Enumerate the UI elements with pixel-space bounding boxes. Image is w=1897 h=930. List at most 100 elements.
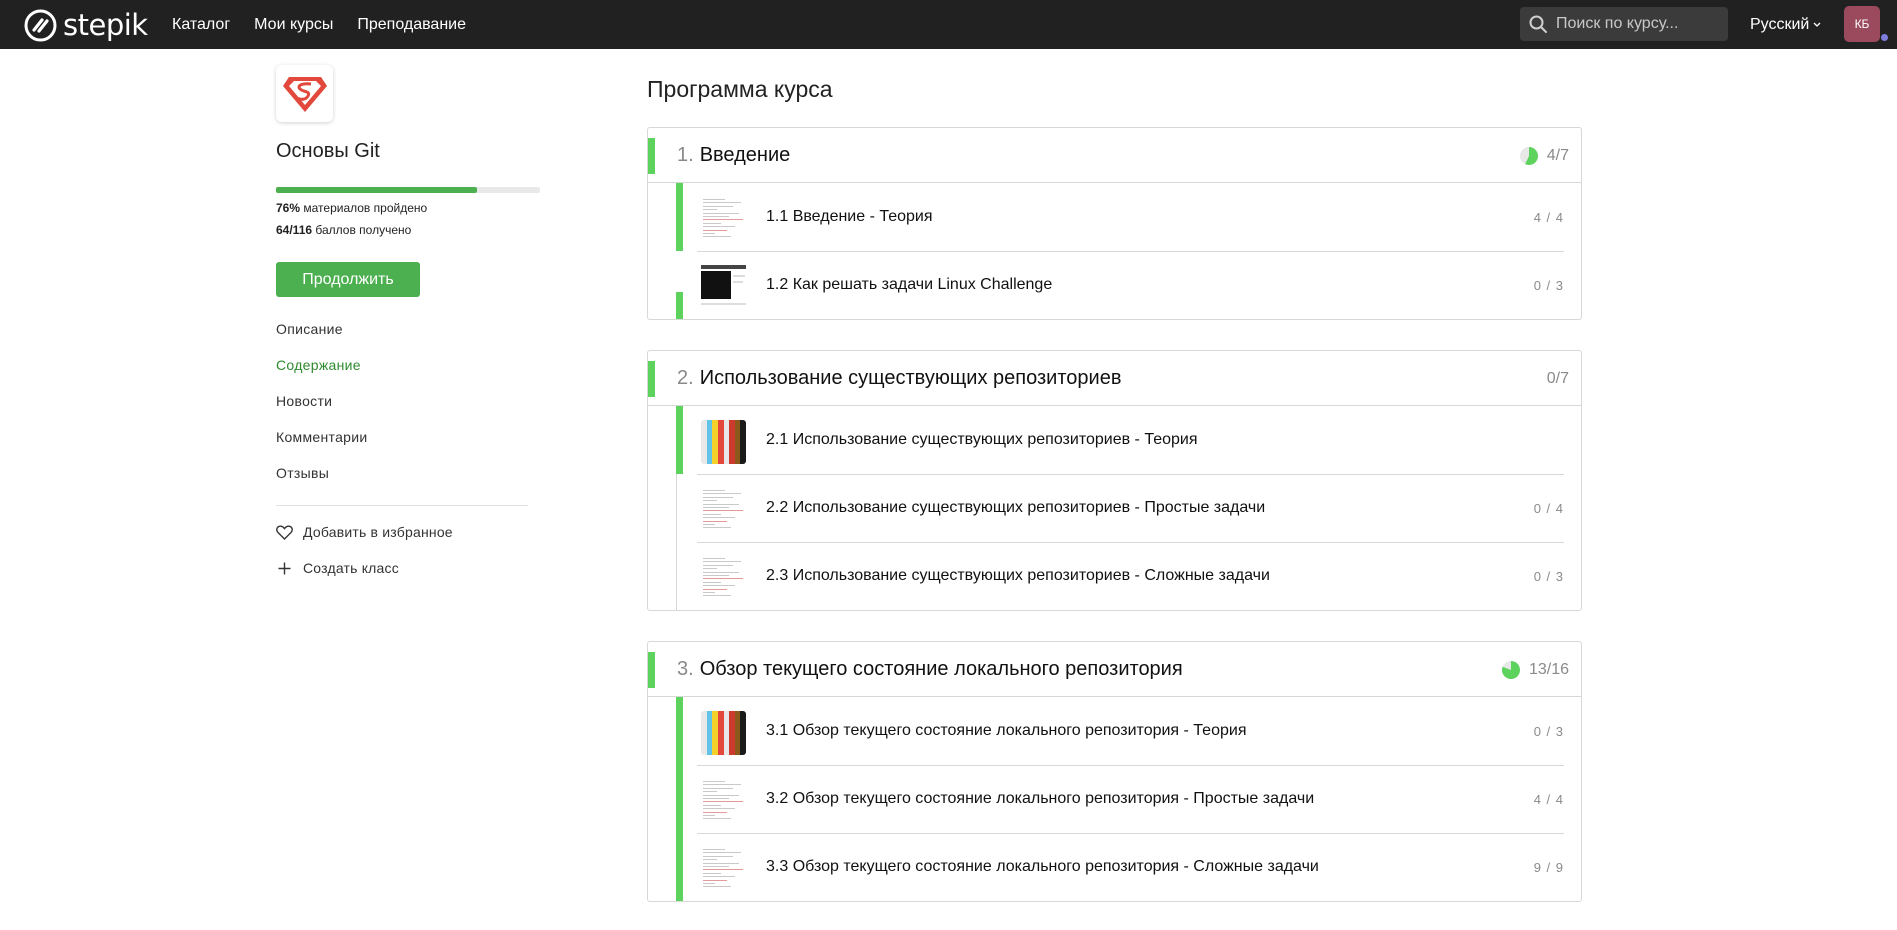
module-header[interactable]: 2. Использование существующих репозиторие… [648, 351, 1581, 406]
module-score-value: 13/16 [1528, 660, 1569, 678]
lesson-list: 1.1 Введение - Теория 4 / 4 1.2 Как реша… [676, 183, 1581, 319]
nav-my-courses[interactable]: Мои курсы [254, 16, 333, 34]
lesson-progress-bar [676, 765, 683, 833]
lesson-progress-bar [676, 542, 683, 610]
lesson-progress-bar [676, 833, 683, 901]
course-title: Основы Git [276, 140, 380, 162]
lesson-title[interactable]: 1.1 Введение - Теория [766, 208, 933, 226]
language-label: Русский [1750, 15, 1810, 33]
module-header[interactable]: 1. Введение 4/7 [648, 128, 1581, 183]
lesson-title[interactable]: 3.2 Обзор текущего состояние локального … [766, 790, 1314, 808]
module-accent-bar [648, 361, 655, 397]
module-progress-icon [1519, 146, 1538, 165]
sidebar-item-contents[interactable]: Содержание [276, 355, 367, 391]
lesson-progress-bar [676, 183, 683, 251]
chevron-down-icon [1813, 22, 1821, 27]
lesson-row[interactable]: 3.2 Обзор текущего состояние локального … [676, 765, 1581, 833]
nav-teaching[interactable]: Преподавание [357, 16, 466, 34]
module-title-text: Введение [699, 143, 791, 166]
heart-icon [276, 525, 293, 540]
sidebar-item-reviews[interactable]: Отзывы [276, 463, 367, 499]
lesson-score: 4 / 4 [1533, 791, 1564, 807]
sidebar-item-news[interactable]: Новости [276, 391, 367, 427]
module-title: 3. Обзор текущего состояние локального ре… [677, 658, 1183, 681]
lesson-progress-bar [676, 697, 683, 765]
module-accent-bar [648, 138, 655, 174]
course-search[interactable] [1520, 7, 1728, 41]
plus-icon [278, 562, 291, 574]
lesson-title[interactable]: 1.2 Как решать задачи Linux Challenge [766, 276, 1052, 294]
course-progress-bar [276, 187, 540, 193]
add-to-favorites-label: Добавить в избранное [303, 524, 453, 540]
lesson-list: 3.1 Обзор текущего состояние локального … [676, 697, 1581, 901]
lesson-row[interactable]: 2.2 Использование существующих репозитор… [677, 474, 1581, 542]
course-progress-fill [276, 187, 477, 193]
search-input[interactable] [1556, 15, 1726, 33]
language-selector[interactable]: Русский [1750, 0, 1821, 49]
lesson-thumbnail [701, 847, 746, 891]
lesson-title[interactable]: 3.1 Обзор текущего состояние локального … [766, 722, 1246, 740]
score-label: баллов получено [315, 223, 412, 237]
stepik-logo[interactable]: stepik [24, 8, 148, 42]
lesson-thumbnail [701, 711, 746, 755]
module-number: 1. [677, 143, 694, 166]
lesson-progress-bar [676, 474, 683, 542]
module-title: 2. Использование существующих репозиторие… [677, 367, 1121, 390]
module-title-text: Обзор текущего состояние локального репо… [699, 657, 1183, 680]
lesson-row[interactable]: 2.1 Использование существующих репозитор… [676, 406, 1581, 474]
add-to-favorites[interactable]: Добавить в избранное [276, 524, 453, 540]
materials-stat: 76% материалов пройдено [276, 201, 427, 215]
create-class[interactable]: Создать класс [276, 560, 399, 576]
lesson-title[interactable]: 2.2 Использование существующих репозитор… [766, 499, 1265, 517]
lesson-score: 0 / 4 [1533, 500, 1564, 516]
lesson-title[interactable]: 2.3 Использование существующих репозитор… [766, 567, 1270, 585]
page-title: Программа курса [647, 76, 833, 102]
lesson-score: 0 / 3 [1533, 568, 1564, 584]
score-stat: 64/116 баллов получено [276, 223, 411, 237]
module-score: 0/7 [1547, 351, 1569, 406]
lesson-row[interactable]: 3.1 Обзор текущего состояние локального … [676, 697, 1581, 765]
avatar-initials: КБ [1854, 17, 1870, 31]
module-header[interactable]: 3. Обзор текущего состояние локального ре… [648, 642, 1581, 697]
lesson-thumbnail [701, 197, 746, 241]
lesson-thumbnail [701, 556, 746, 600]
notification-dot [1881, 34, 1888, 41]
module-title: 1. Введение [677, 144, 790, 167]
lesson-row[interactable]: 1.2 Как решать задачи Linux Challenge 0 … [676, 251, 1581, 319]
module-progress-icon [1501, 660, 1520, 679]
search-icon [1529, 15, 1547, 33]
module-number: 2. [677, 366, 694, 389]
sidebar-item-description[interactable]: Описание [276, 319, 367, 355]
course-sidebar-nav: Описание Содержание Новости Комментарии … [276, 319, 367, 499]
main-nav: Каталог Мои курсы Преподавание [172, 0, 466, 49]
course-module: 3. Обзор текущего состояние локального ре… [647, 641, 1582, 902]
user-avatar[interactable]: КБ [1844, 6, 1880, 42]
lesson-progress-bar [676, 251, 683, 319]
lesson-progress-bar [676, 406, 683, 474]
lesson-title[interactable]: 3.3 Обзор текущего состояние локального … [766, 858, 1319, 876]
course-module: 2. Использование существующих репозиторие… [647, 350, 1582, 611]
lesson-row[interactable]: 3.3 Обзор текущего состояние локального … [676, 833, 1581, 901]
create-class-label: Создать класс [303, 560, 399, 576]
lesson-thumbnail [701, 779, 746, 823]
lesson-row[interactable]: 2.3 Использование существующих репозитор… [677, 542, 1581, 610]
module-score: 13/16 [1501, 642, 1569, 697]
module-score-value: 0/7 [1546, 369, 1569, 387]
lesson-thumbnail [701, 420, 746, 464]
sidebar-divider [276, 505, 528, 506]
lesson-score: 0 / 3 [1533, 723, 1564, 739]
continue-button[interactable]: Продолжить [276, 262, 420, 297]
lesson-title[interactable]: 2.1 Использование существующих репозитор… [766, 431, 1198, 449]
nav-catalog[interactable]: Каталог [172, 16, 230, 34]
lesson-thumbnail [701, 488, 746, 532]
lesson-score: 9 / 9 [1533, 859, 1564, 875]
superman-logo-icon [282, 76, 327, 112]
module-score-value: 4/7 [1546, 146, 1569, 164]
materials-percent: 76% [276, 201, 301, 215]
module-title-text: Использование существующих репозиториев [699, 366, 1122, 389]
course-cover [276, 65, 333, 122]
lesson-row[interactable]: 1.1 Введение - Теория 4 / 4 [676, 183, 1581, 251]
materials-label: материалов пройдено [303, 201, 428, 215]
score-value: 64/116 [276, 223, 313, 237]
sidebar-item-comments[interactable]: Комментарии [276, 427, 367, 463]
